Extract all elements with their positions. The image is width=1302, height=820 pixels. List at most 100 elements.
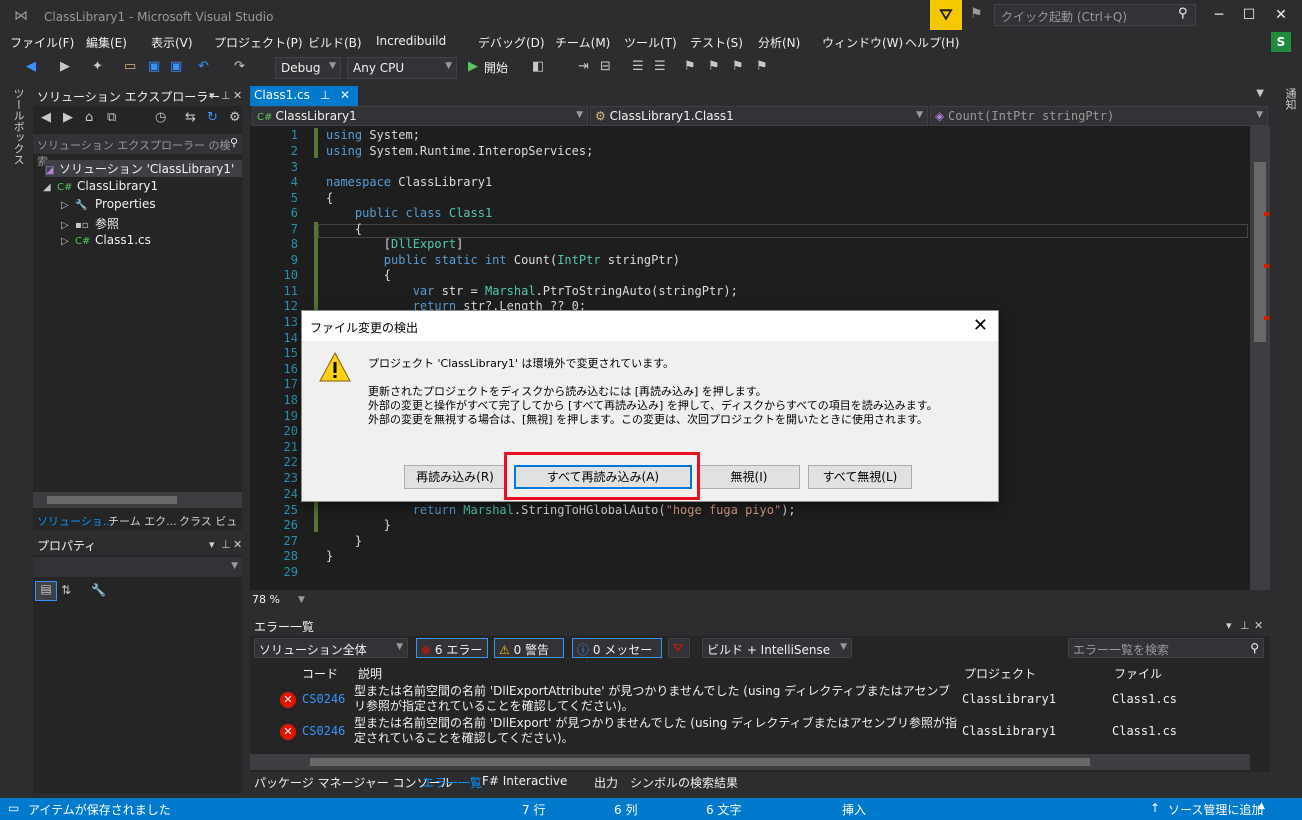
- tab-error-list[interactable]: エラー一覧: [422, 774, 482, 791]
- menu-edit[interactable]: 編集(E): [86, 34, 127, 51]
- horizontal-scrollbar[interactable]: [33, 492, 242, 508]
- menu-view[interactable]: 表示(V): [151, 34, 193, 51]
- member-nav-select[interactable]: ◈ Count(IntPtr stringPtr) ▼: [930, 106, 1268, 126]
- tree-item-references[interactable]: ▷ ▪▫ 参照: [61, 215, 119, 232]
- error-row[interactable]: ✕ CS0246 型または名前空間の名前 'DllExport' が見つかりませ…: [250, 716, 1250, 748]
- close-button[interactable]: ✕: [1266, 4, 1296, 26]
- reload-button[interactable]: 再読み込み(R): [404, 465, 506, 489]
- home-icon[interactable]: ⌂: [85, 110, 93, 125]
- account-badge[interactable]: S: [1271, 32, 1291, 52]
- project-nav-select[interactable]: C# ClassLibrary1 ▼: [252, 106, 588, 126]
- tab-find-symbol-results[interactable]: シンボルの検索結果: [630, 774, 738, 791]
- toolbox-tab[interactable]: ツールボックス: [10, 88, 26, 165]
- toolbar-icon-b[interactable]: ⊟: [600, 59, 611, 74]
- scrollbar-thumb[interactable]: [1254, 162, 1266, 342]
- properties-object-select[interactable]: ▼: [33, 557, 242, 577]
- tree-item-solution[interactable]: ◪ ソリューション 'ClassLibrary1': [45, 160, 242, 177]
- undo-icon[interactable]: ↶: [198, 59, 209, 74]
- tab-fsharp-interactive[interactable]: F# Interactive: [482, 774, 567, 788]
- clear-bookmarks-icon[interactable]: ⚑: [756, 59, 768, 74]
- error-list-search-input[interactable]: エラー一覧を検索 ⚲: [1068, 638, 1264, 658]
- errors-filter-button[interactable]: ⊗ 6 エラー: [416, 638, 488, 658]
- pending-changes-icon[interactable]: ◷: [155, 110, 166, 125]
- search-icon[interactable]: ⚲: [230, 136, 238, 149]
- solution-configuration-select[interactable]: Debug ▼: [275, 57, 341, 79]
- close-tab-icon[interactable]: ✕: [340, 88, 350, 102]
- feedback-filter-icon[interactable]: ⛛: [930, 0, 962, 30]
- add-to-source-control-button[interactable]: ソース管理に追加: [1168, 801, 1263, 818]
- tree-item-class1[interactable]: ▷ C# Class1.cs: [61, 233, 151, 247]
- maximize-button[interactable]: ☐: [1234, 4, 1264, 26]
- warnings-filter-button[interactable]: ⚠ 0 警告: [494, 638, 564, 658]
- menu-build[interactable]: ビルド(B): [308, 34, 362, 51]
- notifications-strip[interactable]: 通知: [1276, 84, 1302, 794]
- toolbar-icon-a[interactable]: ⇥: [578, 59, 589, 74]
- column-code[interactable]: コード: [302, 665, 338, 682]
- toolbox-strip[interactable]: ツールボックス: [0, 84, 30, 794]
- solution-platform-select[interactable]: Any CPU ▼: [347, 57, 457, 79]
- menu-file[interactable]: ファイル(F): [10, 34, 74, 51]
- notification-flag-icon[interactable]: ⚑: [970, 6, 983, 22]
- chevron-up-icon[interactable]: ▲: [1258, 801, 1265, 811]
- categorized-icon[interactable]: ▤: [35, 581, 57, 601]
- forward-icon[interactable]: ▶: [63, 110, 73, 125]
- pin-icon[interactable]: ⊥: [221, 89, 231, 102]
- uncomment-icon[interactable]: ☰: [654, 59, 666, 74]
- menu-analyze[interactable]: 分析(N): [758, 34, 800, 51]
- menu-debug[interactable]: デバッグ(D): [478, 34, 545, 51]
- class-nav-select[interactable]: ⚙ ClassLibrary1.Class1 ▼: [590, 106, 928, 126]
- tree-item-properties[interactable]: ▷ 🔧 Properties: [61, 197, 156, 211]
- menu-window[interactable]: ウィンドウ(W): [822, 34, 903, 51]
- solution-explorer-search-input[interactable]: ソリューション エクスプローラー の検索 ⚲: [33, 134, 242, 168]
- prev-bookmark-icon[interactable]: ⚑: [708, 59, 720, 74]
- close-pane-icon[interactable]: ✕: [1254, 619, 1263, 632]
- minimize-button[interactable]: ─: [1204, 4, 1234, 26]
- error-list-horizontal-scrollbar[interactable]: [250, 754, 1250, 770]
- tab-overflow-icon[interactable]: ▼: [1256, 88, 1264, 99]
- dialog-close-icon[interactable]: ✕: [973, 315, 988, 336]
- close-pane-icon[interactable]: ✕: [233, 89, 242, 102]
- menu-project[interactable]: プロジェクト(P): [214, 34, 303, 51]
- error-code-link[interactable]: CS0246: [302, 724, 345, 738]
- zoom-level[interactable]: 78 %: [252, 593, 280, 606]
- notifications-tab[interactable]: 通知: [1282, 88, 1298, 110]
- start-button[interactable]: 開始: [484, 59, 508, 76]
- error-code-link[interactable]: CS0246: [302, 692, 345, 706]
- tab-solution-explorer[interactable]: ソリューショ...: [37, 513, 113, 529]
- redo-icon[interactable]: ↷: [234, 59, 245, 74]
- close-pane-icon[interactable]: ✕: [233, 538, 242, 551]
- scrollbar-thumb[interactable]: [47, 496, 177, 504]
- pane-menu-icon[interactable]: ▾: [209, 89, 215, 102]
- save-all-icon[interactable]: ▣: [170, 59, 182, 74]
- alphabetical-icon[interactable]: ⇅: [61, 583, 71, 597]
- document-tab-class1[interactable]: Class1.cs ⊥ ✕: [250, 86, 358, 106]
- browser-link-icon[interactable]: ◧: [532, 59, 544, 74]
- tab-team-explorer[interactable]: チーム エク...: [108, 513, 177, 529]
- back-icon[interactable]: ◀: [26, 59, 36, 74]
- bookmark-icon[interactable]: ⚑: [684, 59, 696, 74]
- quick-launch-input[interactable]: クイック起動 (Ctrl+Q): [994, 4, 1196, 26]
- new-project-icon[interactable]: ✦: [92, 59, 103, 74]
- column-project[interactable]: プロジェクト: [964, 665, 1036, 682]
- search-icon[interactable]: ⚲: [1178, 6, 1188, 21]
- column-file[interactable]: ファイル: [1114, 665, 1162, 682]
- menu-help[interactable]: ヘルプ(H): [905, 34, 959, 51]
- menu-test[interactable]: テスト(S): [690, 34, 743, 51]
- forward-icon[interactable]: ▶: [60, 59, 70, 74]
- build-filter-icon[interactable]: ⛛: [668, 638, 690, 658]
- switch-views-icon[interactable]: ⧉: [107, 110, 116, 125]
- scrollbar-thumb[interactable]: [310, 758, 1090, 766]
- column-description[interactable]: 説明: [358, 665, 382, 682]
- comment-icon[interactable]: ☰: [632, 59, 644, 74]
- pane-menu-icon[interactable]: ▾: [209, 538, 215, 551]
- ignore-button[interactable]: 無視(I): [698, 465, 800, 489]
- next-bookmark-icon[interactable]: ⚑: [732, 59, 744, 74]
- save-icon[interactable]: ▣: [148, 59, 160, 74]
- editor-vertical-scrollbar[interactable]: [1250, 126, 1270, 590]
- refresh-icon[interactable]: ↻: [207, 110, 218, 125]
- sync-icon[interactable]: ⇆: [185, 110, 196, 125]
- editor-horizontal-scrollbar[interactable]: 78 % ▼: [250, 592, 1270, 608]
- error-source-select[interactable]: ビルド + IntelliSense ▼: [702, 638, 852, 658]
- menu-tools[interactable]: ツール(T): [624, 34, 677, 51]
- back-icon[interactable]: ◀: [41, 110, 51, 125]
